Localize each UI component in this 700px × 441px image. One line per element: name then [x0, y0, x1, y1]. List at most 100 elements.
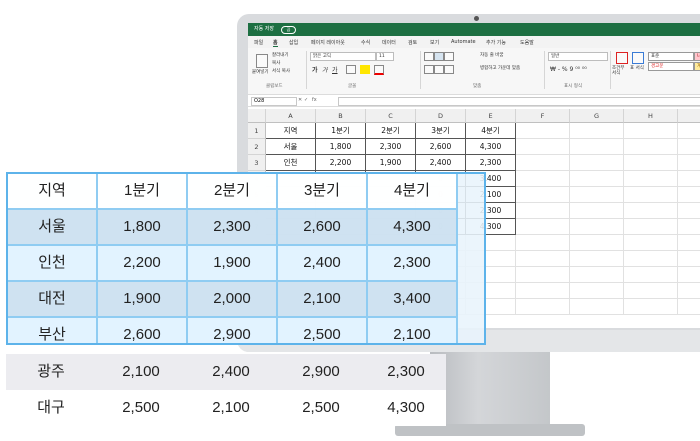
namebox-input[interactable]: O28 [251, 97, 297, 106]
column-header[interactable] [678, 109, 700, 123]
sheet-cell[interactable]: 서울 [266, 139, 316, 155]
select-all-corner[interactable] [248, 109, 266, 123]
sheet-cell[interactable] [516, 139, 570, 155]
column-header[interactable]: C [366, 109, 416, 123]
copy-button[interactable]: 복사 [272, 60, 280, 66]
sheet-cell[interactable] [624, 187, 678, 203]
sheet-cell[interactable] [516, 235, 570, 251]
conditional-format-icon[interactable] [616, 52, 628, 64]
sheet-cell[interactable] [678, 139, 700, 155]
sheet-cell[interactable] [678, 123, 700, 139]
tab-automate[interactable]: Automate [451, 39, 476, 45]
align-left-icon[interactable] [424, 65, 434, 74]
formula-input[interactable] [338, 97, 700, 106]
font-name-select[interactable]: 맑은 고딕 [310, 52, 376, 61]
sheet-cell[interactable]: 4,300 [466, 139, 516, 155]
sheet-cell[interactable] [516, 203, 570, 219]
column-header[interactable]: A [266, 109, 316, 123]
italic-button[interactable]: 가 [322, 65, 328, 74]
sheet-cell[interactable]: 2분기 [366, 123, 416, 139]
sheet-cell[interactable] [678, 171, 700, 187]
sheet-cell[interactable] [570, 139, 624, 155]
table-format-label[interactable]: 표 서식 [630, 66, 644, 71]
sheet-cell[interactable] [570, 267, 624, 283]
sheet-cell[interactable] [678, 299, 700, 315]
sheet-cell[interactable] [516, 187, 570, 203]
sheet-cell[interactable] [516, 219, 570, 235]
tab-data[interactable]: 데이터 [382, 39, 396, 46]
sheet-cell[interactable] [516, 267, 570, 283]
tab-help[interactable]: 도움말 [520, 39, 534, 46]
tab-formulas[interactable]: 수식 [361, 39, 370, 46]
sheet-cell[interactable] [678, 219, 700, 235]
tab-file[interactable]: 파일 [254, 39, 263, 46]
align-bottom-icon[interactable] [444, 52, 454, 61]
sheet-cell[interactable] [570, 251, 624, 267]
sheet-cell[interactable]: 지역 [266, 123, 316, 139]
sheet-cell[interactable]: 인천 [266, 155, 316, 171]
sheet-cell[interactable] [624, 235, 678, 251]
sheet-cell[interactable] [516, 251, 570, 267]
sheet-cell[interactable]: 2,600 [416, 139, 466, 155]
sheet-cell[interactable]: 1분기 [316, 123, 366, 139]
sheet-cell[interactable]: 4분기 [466, 123, 516, 139]
tab-view[interactable]: 보기 [430, 39, 439, 46]
sheet-cell[interactable] [624, 203, 678, 219]
sheet-cell[interactable] [570, 299, 624, 315]
sheet-cell[interactable] [678, 203, 700, 219]
sheet-cell[interactable] [570, 123, 624, 139]
row-header[interactable]: 2 [248, 139, 266, 155]
align-top-icon[interactable] [424, 52, 434, 61]
style-warning[interactable]: 경고문 [648, 62, 694, 71]
cancel-icon[interactable]: ✕ [298, 97, 302, 103]
sheet-cell[interactable] [516, 299, 570, 315]
bold-button[interactable]: 가 [312, 65, 318, 74]
sheet-cell[interactable]: 1,800 [316, 139, 366, 155]
sheet-cell[interactable] [678, 267, 700, 283]
tab-page-layout[interactable]: 페이지 레이아웃 [311, 39, 345, 46]
sheet-cell[interactable] [678, 187, 700, 203]
paste-icon[interactable] [256, 54, 268, 68]
fill-color-icon[interactable] [360, 65, 370, 74]
sheet-cell[interactable] [624, 283, 678, 299]
sheet-cell[interactable] [516, 283, 570, 299]
sheet-cell[interactable] [678, 235, 700, 251]
sheet-cell[interactable]: 2,300 [466, 155, 516, 171]
sheet-cell[interactable]: 1,900 [366, 155, 416, 171]
sheet-cell[interactable] [678, 283, 700, 299]
row-header[interactable]: 1 [248, 123, 266, 139]
column-header[interactable]: B [316, 109, 366, 123]
format-painter-button[interactable]: 서식 복사 [272, 68, 290, 74]
number-format-buttons[interactable]: ₩ - % 9 ⁰⁰ ⁰⁰ [550, 66, 587, 73]
sheet-cell[interactable] [678, 155, 700, 171]
sheet-cell[interactable] [570, 187, 624, 203]
sheet-cell[interactable] [516, 123, 570, 139]
conditional-format-label[interactable]: 조건부 서식 [612, 66, 628, 76]
enter-icon[interactable]: ✓ [304, 97, 308, 103]
table-format-icon[interactable] [632, 52, 644, 64]
sheet-cell[interactable] [570, 171, 624, 187]
align-middle-icon[interactable] [434, 52, 444, 61]
tab-insert[interactable]: 삽입 [289, 39, 298, 46]
column-header[interactable]: G [570, 109, 624, 123]
sheet-cell[interactable] [570, 155, 624, 171]
sheet-cell[interactable] [624, 219, 678, 235]
sheet-cell[interactable] [624, 267, 678, 283]
sheet-cell[interactable] [624, 139, 678, 155]
sheet-cell[interactable]: 2,200 [316, 155, 366, 171]
cut-button[interactable]: 잘라내기 [272, 52, 289, 58]
sheet-cell[interactable] [570, 235, 624, 251]
autosave-toggle[interactable]: 끔 [281, 26, 296, 34]
column-header[interactable]: E [466, 109, 516, 123]
number-format-select[interactable]: 일반 [548, 52, 608, 61]
style-bad[interactable]: 나 [694, 52, 700, 61]
sheet-cell[interactable]: 3분기 [416, 123, 466, 139]
align-center-icon[interactable] [434, 65, 444, 74]
underline-button[interactable]: 가 [332, 65, 338, 74]
sheet-cell[interactable] [516, 171, 570, 187]
sheet-cell[interactable] [624, 155, 678, 171]
sheet-cell[interactable] [678, 251, 700, 267]
column-header[interactable]: D [416, 109, 466, 123]
style-normal[interactable]: 표준 [648, 52, 694, 61]
tab-review[interactable]: 검토 [408, 39, 417, 46]
